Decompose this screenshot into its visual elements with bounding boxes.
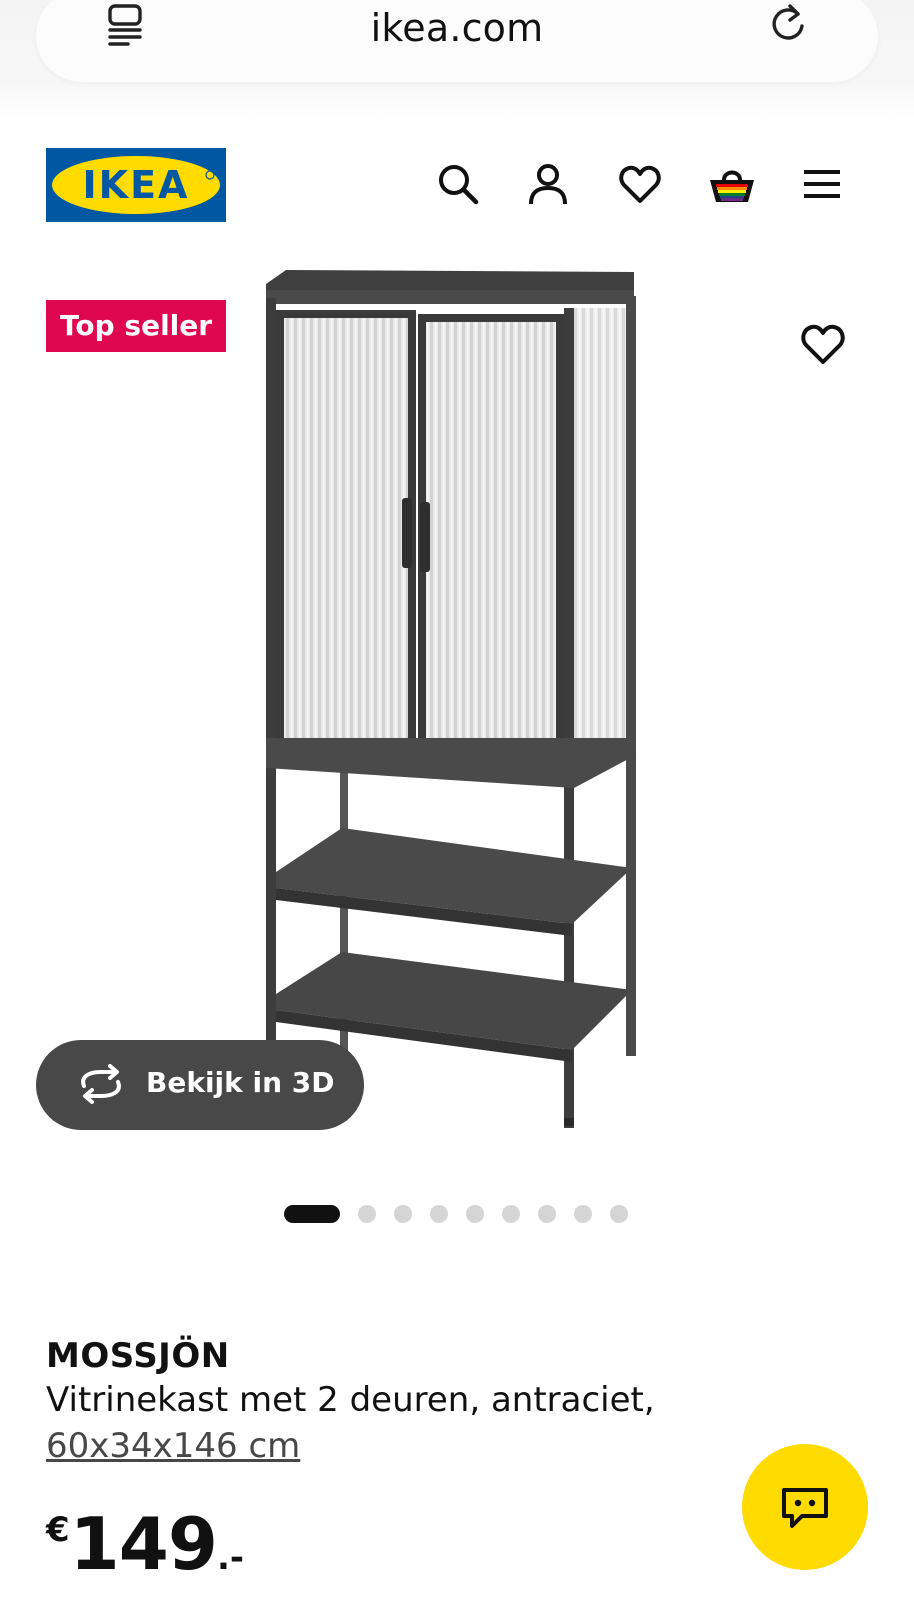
image-carousel-indicator [284, 1204, 646, 1224]
product-name: MOSSJÖN [46, 1336, 230, 1376]
carousel-dot[interactable] [502, 1205, 520, 1223]
product-price: €149.- [46, 1504, 244, 1584]
carousel-dot[interactable] [394, 1205, 412, 1223]
ikea-logo[interactable]: IKEA [46, 148, 226, 222]
product-description: Vitrinekast met 2 deuren, antraciet, [46, 1380, 655, 1420]
menu-icon[interactable] [800, 162, 844, 206]
price-currency: € [46, 1510, 70, 1550]
rotate-3d-icon [81, 1064, 121, 1104]
chat-icon [782, 1488, 828, 1528]
heart-icon[interactable] [618, 162, 662, 206]
product-image[interactable] [262, 268, 654, 1154]
search-icon[interactable] [436, 162, 480, 206]
url-text[interactable]: ikea.com [36, 6, 878, 50]
basket-icon[interactable] [708, 162, 756, 206]
address-bar[interactable]: ikea.com [36, 0, 878, 82]
carousel-dot[interactable] [538, 1205, 556, 1223]
account-icon[interactable] [526, 162, 570, 206]
add-to-favourites-icon[interactable] [800, 322, 846, 366]
logo-text: IKEA [83, 163, 190, 207]
reload-icon[interactable] [768, 0, 808, 44]
top-seller-badge: Top seller [46, 300, 227, 352]
view-in-3d-button[interactable]: Bekijk in 3D [36, 1040, 364, 1130]
price-suffix: .- [216, 1538, 244, 1578]
browser-toolbar: ikea.com [0, 0, 914, 120]
view-in-3d-label: Bekijk in 3D [146, 1066, 335, 1099]
carousel-dot-active[interactable] [284, 1205, 340, 1223]
carousel-dot[interactable] [466, 1205, 484, 1223]
product-dimensions-link[interactable]: 60x34x146 cm [46, 1426, 300, 1466]
carousel-dot[interactable] [358, 1205, 376, 1223]
carousel-dot[interactable] [430, 1205, 448, 1223]
chat-button[interactable] [742, 1444, 868, 1570]
carousel-dot[interactable] [574, 1205, 592, 1223]
price-amount: 149 [69, 1502, 218, 1586]
carousel-dot[interactable] [610, 1205, 628, 1223]
